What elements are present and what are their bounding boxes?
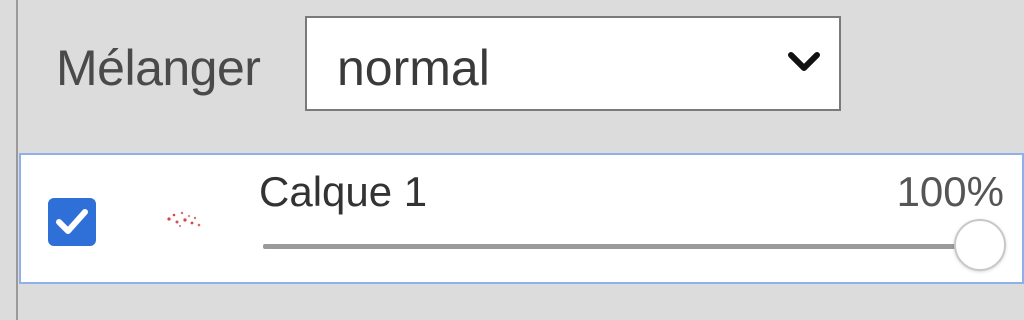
chevron-down-icon xyxy=(787,50,821,74)
layer-opacity-slider[interactable] xyxy=(259,217,1006,277)
layer-name[interactable]: Calque 1 xyxy=(259,167,427,217)
checkmark-icon xyxy=(56,209,88,234)
layers-panel: Mélanger normal Calque 1 100% xyxy=(0,0,1024,320)
layer-visibility-checkbox[interactable] xyxy=(48,198,96,246)
blend-mode-select[interactable]: normal xyxy=(305,16,841,111)
blend-mode-label: Mélanger xyxy=(56,40,261,96)
slider-track[interactable] xyxy=(263,244,986,249)
layer-item[interactable]: Calque 1 100% xyxy=(19,153,1024,284)
layer-opacity-value: 100% xyxy=(896,168,1004,215)
blend-mode-value: normal xyxy=(337,40,490,96)
slider-thumb[interactable] xyxy=(954,219,1006,271)
blend-mode-row: Mélanger normal xyxy=(0,0,1024,140)
layer-thumbnail[interactable] xyxy=(161,203,209,233)
